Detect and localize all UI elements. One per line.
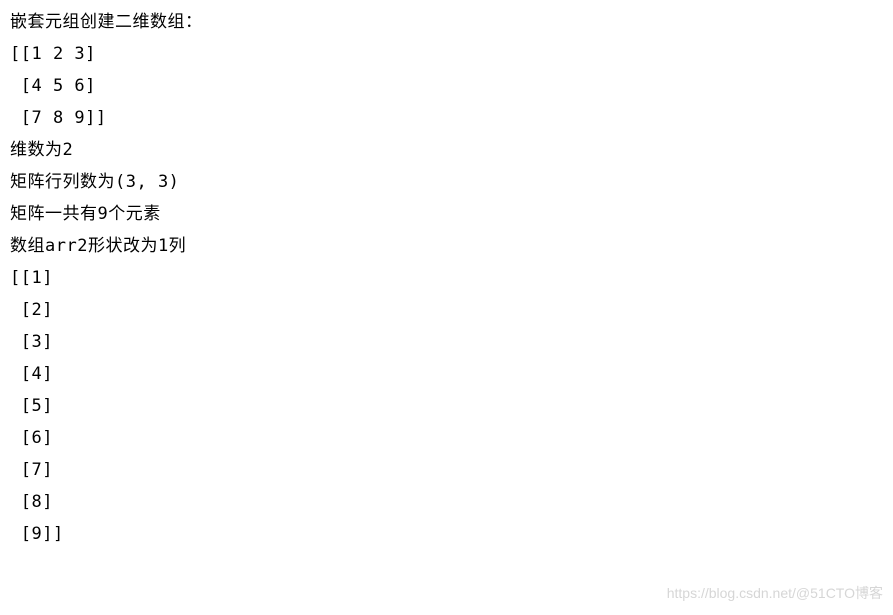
size-line: 矩阵一共有9个元素 <box>10 198 883 230</box>
reshaped-row: [5] <box>10 390 883 422</box>
matrix-row: [[1 2 3] <box>10 38 883 70</box>
reshaped-row: [3] <box>10 326 883 358</box>
reshaped-row: [7] <box>10 454 883 486</box>
reshaped-row: [9]] <box>10 518 883 550</box>
reshaped-row: [6] <box>10 422 883 454</box>
matrix-row: [7 8 9]] <box>10 102 883 134</box>
reshaped-row: [4] <box>10 358 883 390</box>
shape-line: 矩阵行列数为(3, 3) <box>10 166 883 198</box>
reshaped-row: [2] <box>10 294 883 326</box>
watermark-text: https://blog.csdn.net/@51CTO博客 <box>667 577 883 609</box>
output-header: 嵌套元组创建二维数组： <box>10 6 883 38</box>
reshape-header: 数组arr2形状改为1列 <box>10 230 883 262</box>
matrix-row: [4 5 6] <box>10 70 883 102</box>
ndim-line: 维数为2 <box>10 134 883 166</box>
reshaped-row: [[1] <box>10 262 883 294</box>
reshaped-row: [8] <box>10 486 883 518</box>
